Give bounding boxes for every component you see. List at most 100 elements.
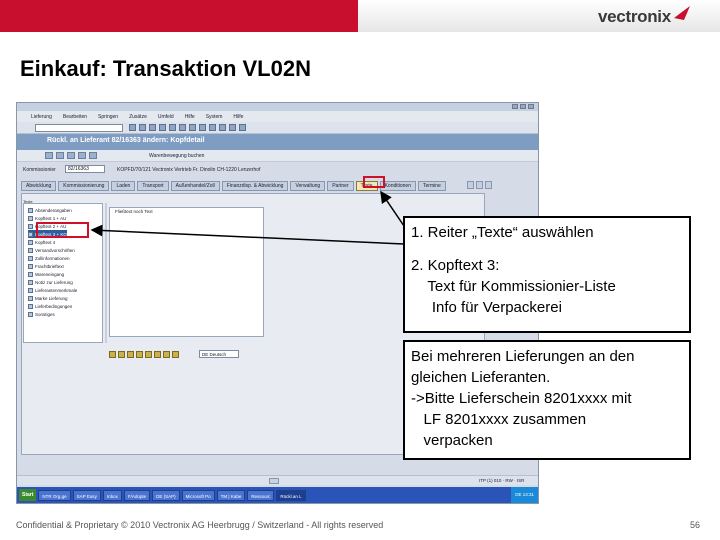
tree-item[interactable]: Absenderangaben (28, 206, 72, 214)
editor-icon[interactable] (145, 350, 152, 358)
screen-title: Rückl. an Lieferant 82/16363 ändern: Kop… (47, 137, 205, 144)
taskbar-item[interactable]: TM | Kabe (216, 489, 246, 501)
tree-item[interactable]: Sonstiges (28, 310, 55, 318)
find-next-icon[interactable] (189, 124, 196, 131)
item-icon[interactable] (78, 152, 86, 159)
tree-item[interactable]: Frachtbrieftext (28, 262, 64, 270)
overview-icon[interactable] (56, 152, 64, 159)
menu-item[interactable]: Umfeld (158, 114, 174, 120)
taskbar-item-active[interactable]: Rückl.an L (276, 489, 306, 501)
maximize-icon[interactable] (520, 104, 526, 109)
tab-aussenhandel[interactable]: Außenhandel/Zoll (170, 181, 220, 191)
menu-item[interactable]: Hilfe (233, 114, 243, 120)
slide: vectronix Einkauf: Transaktion VL02N Lie… (0, 0, 720, 540)
editor-icon[interactable] (127, 350, 134, 358)
tab-partner[interactable]: Partner (327, 181, 354, 191)
editor-icon[interactable] (118, 350, 125, 358)
close-icon[interactable] (528, 104, 534, 109)
text-doc-icon (28, 271, 33, 277)
menu-item[interactable]: Hilfe (185, 114, 195, 120)
splitter[interactable] (105, 203, 107, 343)
exit-icon[interactable] (149, 124, 156, 131)
tree-item[interactable]: Lieferantenmerkmale (28, 286, 77, 294)
menu-item[interactable]: Zusätze (129, 114, 147, 120)
tab-abwicklung[interactable]: Abwicklung (21, 181, 57, 191)
text-doc-icon (28, 303, 33, 309)
next-page-icon[interactable] (219, 124, 226, 131)
texte-tab-highlight (363, 176, 385, 188)
editor-label: Fließtext noch Text (115, 209, 153, 214)
tab-laden[interactable]: Laden (111, 181, 136, 191)
taskbar-item[interactable]: SAP Easy (72, 489, 101, 501)
sap-application-toolbar: Warenbewegung buchen (17, 150, 538, 162)
tree-item[interactable]: Kopftext 4 (28, 238, 55, 246)
taskbar-item[interactable]: Ressourc (247, 489, 275, 501)
taskbar-item[interactable]: NTR Org.ge (38, 489, 71, 501)
tab-transport[interactable]: Transport (137, 181, 169, 191)
system-info: ITP (1) 010 · RW · ISR (479, 478, 525, 483)
editor-icon[interactable] (109, 350, 116, 358)
menu-item[interactable]: System (206, 114, 223, 120)
slide-title: Einkauf: Transaktion VL02N (20, 56, 311, 81)
menu-item[interactable]: Springen (98, 114, 118, 120)
appbar-icons (45, 152, 97, 159)
text-doc-icon (28, 239, 33, 245)
tab-kommissionierung[interactable]: Kommissionierung (58, 181, 110, 191)
taskbar-item[interactable]: F/Adopte (123, 489, 151, 501)
prev-page-icon[interactable] (209, 124, 216, 131)
tab-konditionen[interactable]: Konditionen (379, 181, 416, 191)
kopftext-3-highlight (36, 222, 89, 238)
taskbar-item[interactable]: Microsoft Po (181, 489, 215, 501)
tab-verwaltung[interactable]: Verwaltung (290, 181, 326, 191)
find-icon[interactable] (179, 124, 186, 131)
taskbar-item[interactable]: DE (SAP) (152, 489, 180, 501)
delivery-number-field[interactable]: 82/16363 (65, 165, 105, 173)
tree-item[interactable]: Zollinformationen (28, 254, 70, 262)
sap-toolbar (17, 122, 538, 134)
text-doc-icon (28, 247, 33, 253)
tree-item[interactable]: Versandvorschriften (28, 246, 75, 254)
taskbar-item[interactable]: Inbox (102, 489, 122, 501)
menu-item[interactable]: Bearbeiten (63, 114, 87, 120)
vectronix-logo: vectronix (598, 7, 671, 26)
packing-note-callout: Bei mehreren Lieferungen an den gleichen… (403, 340, 691, 460)
editor-icon[interactable] (172, 350, 179, 358)
minimize-icon[interactable] (512, 104, 518, 109)
print-icon[interactable] (169, 124, 176, 131)
text-doc-icon (28, 287, 33, 293)
editor-icon[interactable] (136, 350, 143, 358)
text-editor[interactable] (109, 207, 264, 337)
tree-item[interactable]: Notiz zur Lieferung (28, 278, 73, 286)
last-page-icon[interactable] (229, 124, 236, 131)
header-icon[interactable] (67, 152, 75, 159)
cancel-icon[interactable] (159, 124, 166, 131)
tab-finanzdisposition[interactable]: Finanzdisp. & Abwicklung (221, 181, 289, 191)
tab-termine[interactable]: Termine (418, 181, 446, 191)
start-button[interactable]: Start (19, 489, 37, 501)
editor-icon[interactable] (163, 350, 170, 358)
text-doc-icon (28, 215, 33, 221)
back-icon[interactable] (139, 124, 146, 131)
help-icon[interactable] (239, 124, 246, 131)
save-icon[interactable] (129, 124, 136, 131)
editor-icon[interactable] (154, 350, 161, 358)
text-doc-icon (28, 279, 33, 285)
tree-item[interactable]: Wareneingang (28, 270, 64, 278)
taskbar-clock: DE 13:31 (511, 487, 538, 503)
goods-issue-icon[interactable] (89, 152, 97, 159)
tree-item[interactable]: Kopftext 1 + AU (28, 214, 66, 222)
first-page-icon[interactable] (199, 124, 206, 131)
text-doc-icon (28, 295, 33, 301)
tab-list-icon[interactable] (485, 181, 492, 189)
post-goods-issue-button[interactable]: Warenbewegung buchen (149, 153, 204, 159)
menu-item[interactable]: Lieferung (31, 114, 52, 120)
display-change-icon[interactable] (45, 152, 53, 159)
command-field[interactable] (35, 124, 123, 132)
tab-scroll-right-icon[interactable] (476, 181, 483, 189)
tab-scroll-left-icon[interactable] (467, 181, 474, 189)
instruction-callout: 1. Reiter „Texte“ auswählen 2. Kopftext … (403, 216, 691, 333)
status-toggle-icon[interactable] (269, 478, 279, 484)
tree-item[interactable]: Lieferbedingungen (28, 302, 72, 310)
tree-item[interactable]: Marke Lieferung (28, 294, 68, 302)
language-dropdown[interactable]: DE Deutsch (199, 350, 239, 358)
